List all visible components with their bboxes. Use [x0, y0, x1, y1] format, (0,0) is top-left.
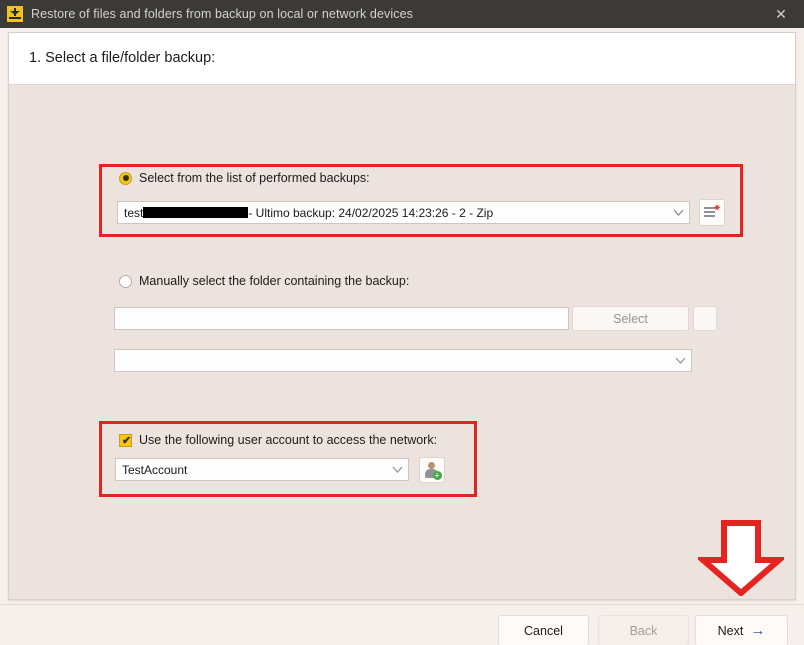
chevron-down-icon [669, 350, 691, 371]
chevron-down-icon [667, 202, 689, 223]
checkbox-checked-icon: ✔ [119, 433, 132, 447]
back-button[interactable]: Back [598, 615, 689, 645]
backup-name-suffix: - Ultimo backup: 24/02/2025 14:23:26 - 2… [248, 205, 494, 220]
backup-select-value: test - Ultimo backup: 24/02/2025 14:23:2… [124, 206, 667, 220]
select-folder-button[interactable]: Select [572, 306, 689, 331]
checkbox-use-user-account-label: Use the following user account to access… [139, 433, 438, 447]
redaction-bar [143, 207, 249, 218]
checkbox-use-user-account[interactable]: ✔ Use the following user account to acce… [119, 433, 437, 447]
anchor-download-icon [7, 6, 23, 22]
radio-select-from-list-label: Select from the list of performed backup… [139, 171, 370, 185]
page-title: 1. Select a file/folder backup: [29, 50, 216, 66]
user-account-value: TestAccount [122, 462, 188, 477]
arrow-right-icon: → [750, 622, 766, 639]
title-bar: Restore of files and folders from backup… [0, 0, 804, 28]
cancel-button[interactable]: Cancel [498, 615, 589, 645]
add-user-account-button[interactable]: + [419, 457, 445, 483]
backup-folder-path-input[interactable] [114, 307, 569, 330]
next-button[interactable]: Next → [695, 615, 788, 645]
chevron-down-icon [386, 459, 408, 480]
list-details-icon: ✳ ✳ ✳ [704, 205, 720, 220]
radio-selected-icon [119, 171, 132, 185]
step-header-panel: 1. Select a file/folder backup: [9, 33, 795, 85]
radio-unselected-icon [119, 274, 132, 288]
backup-folder-dropdown[interactable] [114, 349, 692, 372]
backup-name-prefix: test [124, 205, 144, 220]
down-arrow-annotation [694, 520, 788, 597]
close-icon[interactable]: ✕ [758, 0, 804, 28]
window-title: Restore of files and folders from backup… [31, 7, 413, 21]
backup-select-dropdown[interactable]: test - Ultimo backup: 24/02/2025 14:23:2… [117, 201, 690, 224]
radio-select-from-list[interactable]: Select from the list of performed backup… [119, 171, 370, 185]
next-button-label: Next [717, 623, 744, 638]
radio-manual-folder[interactable]: Manually select the folder containing th… [119, 274, 409, 288]
user-account-dropdown[interactable]: TestAccount [115, 458, 409, 481]
add-user-icon: + [424, 461, 442, 480]
radio-manual-folder-label: Manually select the folder containing th… [139, 274, 410, 288]
folder-extra-button[interactable] [693, 306, 717, 331]
dialog-footer: Cancel Back Next → [0, 604, 804, 645]
manage-backup-list-button[interactable]: ✳ ✳ ✳ [699, 199, 725, 226]
wizard-dialog: 1. Select a file/folder backup: Select f… [8, 32, 796, 600]
